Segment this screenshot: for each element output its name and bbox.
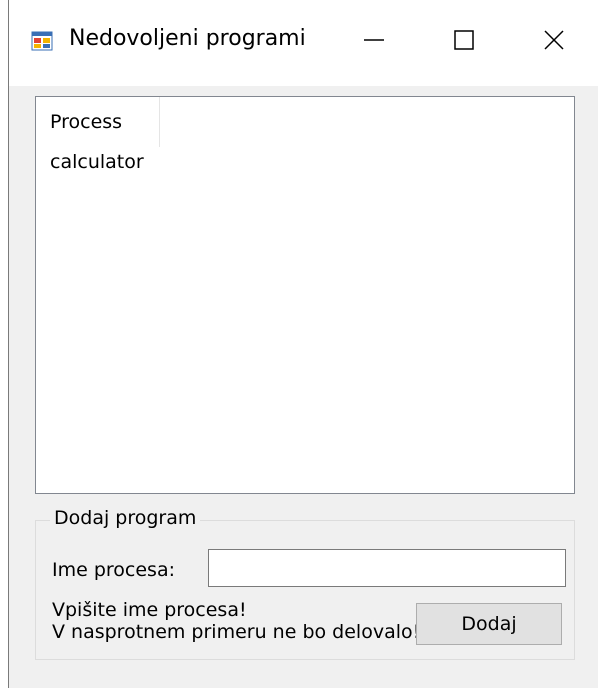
title-bar[interactable]: Nedovoljeni programi bbox=[9, 0, 598, 86]
column-header-process[interactable]: Process bbox=[36, 97, 160, 147]
add-program-group: Dodaj program Ime procesa: Vpišite ime p… bbox=[35, 507, 575, 660]
app-window: Nedovoljeni programi Process calculator … bbox=[8, 0, 598, 688]
process-name-input[interactable] bbox=[208, 549, 566, 587]
group-legend: Dodaj program bbox=[50, 507, 201, 529]
close-icon bbox=[543, 29, 565, 55]
minimize-button[interactable] bbox=[339, 12, 409, 72]
list-item[interactable]: calculator bbox=[50, 151, 144, 173]
maximize-button[interactable] bbox=[429, 12, 499, 72]
close-button[interactable] bbox=[519, 12, 589, 72]
add-button[interactable]: Dodaj bbox=[416, 603, 562, 645]
column-header-label: Process bbox=[50, 111, 123, 133]
window-title: Nedovoljeni programi bbox=[69, 26, 306, 51]
app-window-icon bbox=[31, 30, 53, 52]
minimize-icon bbox=[363, 29, 385, 55]
hint-line-1: Vpišite ime procesa! bbox=[52, 599, 247, 621]
process-name-label: Ime procesa: bbox=[52, 559, 175, 581]
process-list[interactable]: Process calculator bbox=[35, 96, 575, 494]
maximize-icon bbox=[453, 29, 475, 55]
hint-text: Vpišite ime procesa! V nasprotnem primer… bbox=[52, 599, 420, 643]
hint-line-2: V nasprotnem primeru ne bo delovalo! bbox=[52, 621, 421, 643]
